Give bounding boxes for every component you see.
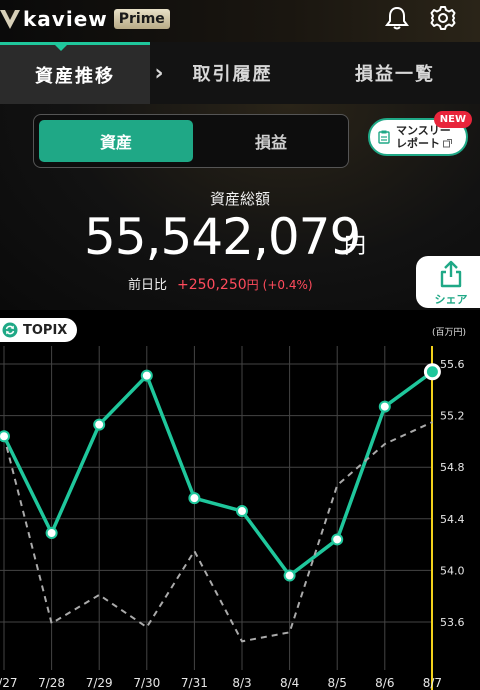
x-tick-label: 7/30 [133,676,160,690]
share-icon [440,260,462,288]
asset-toggle-button[interactable]: 資産 [39,120,193,162]
y-tick-label: 53.6 [440,616,465,629]
main-tabs: 資産推移 › 取引履歴 損益一覧 [0,42,480,104]
total-assets-value: 55,542,079 [84,208,361,266]
share-button[interactable]: シェア [416,256,480,308]
x-tick-label: 7/31 [181,676,208,690]
new-badge: NEW [433,111,472,128]
logo-badge: Prime [113,9,170,29]
gear-icon[interactable] [429,4,457,32]
bell-icon[interactable] [383,4,411,32]
data-point [283,569,296,582]
y-axis-unit-label: (百万円) [432,328,467,338]
x-tick-label: 8/4 [280,676,299,690]
monthly-report-button[interactable]: マンスリー レポート NEW [368,111,472,156]
asset-series-line [2,370,434,578]
data-point [140,369,153,382]
y-tick-label: 55.2 [440,410,465,423]
data-point [188,492,201,505]
x-tick-label: 8/3 [232,676,251,690]
day-change-value: +250,250 [177,277,247,293]
y-tick-label: 54.0 [440,564,465,577]
day-change-label: 前日比 [128,278,168,293]
report-icon [378,130,390,144]
y-tick-label: 54.8 [440,461,465,474]
tab-arrow-icon: › [154,60,166,86]
app-header: kaview Prime [0,0,480,42]
summary-panel: 資産 損益 マンスリー レポート NEW 資産総額 55,542,079 円 前… [0,104,480,310]
asset-chart: 55.6 55.2 54.8 54.4 54.0 53.6 7/27 7/28 7/29 7/30… [0,310,480,690]
external-link-icon [443,139,452,148]
x-tick-label: 7/29 [86,676,113,690]
y-tick-label: 55.6 [440,358,465,371]
asset-line-chart[interactable]: 55.6 55.2 54.8 54.4 54.0 53.6 7/27 7/28 7/29 7/30… [0,310,480,690]
data-point [93,418,106,431]
x-tick-label: 8/7 [423,676,442,690]
data-point [331,533,344,546]
total-assets-unit: 円 [344,234,367,259]
asset-pl-toggle: 資産 損益 [33,114,349,168]
monthly-report-line2: レポート [396,137,440,150]
app-logo: kaview Prime [0,5,170,33]
tab-label: 取引履歴 [192,64,273,85]
tab-trade-history[interactable]: 取引履歴 [170,42,295,104]
share-label: シェア [434,293,468,306]
pl-toggle-button[interactable]: 損益 [198,120,344,162]
x-tick-label: 8/5 [328,676,347,690]
data-point [45,526,58,539]
refresh-icon [2,322,18,338]
x-tick-label: 7/27 [0,676,17,690]
x-tick-label: 7/28 [38,676,65,690]
logo-text: kaview [23,7,108,31]
tab-label: 損益一覧 [355,64,435,85]
tab-asset-history[interactable]: 資産推移 [0,42,150,104]
tab-profit-list[interactable]: 損益一覧 [330,42,460,104]
tab-active-indicator [52,42,70,51]
data-point [0,430,10,443]
y-tick-label: 54.4 [440,513,465,526]
day-change-percent: (+0.4%) [262,278,313,292]
tab-label: 資産推移 [35,65,115,87]
x-tick-label: 8/6 [375,676,394,690]
latest-data-point [423,363,441,381]
data-point [236,505,248,518]
logo-mark-icon [0,10,20,29]
total-assets-label: 資産総額 [209,190,270,208]
topix-toggle-button[interactable]: TOPIX [0,318,78,342]
day-change-unit: 円 [246,278,259,292]
data-point [378,400,391,413]
day-change: 前日比 +250,250 円 (+0.4%) [128,274,313,293]
topix-label: TOPIX [23,322,68,338]
